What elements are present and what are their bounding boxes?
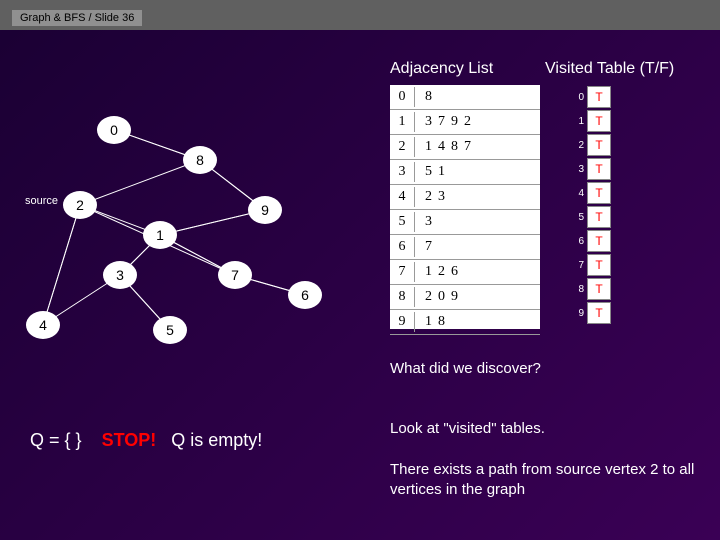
exists-text: There exists a path from source vertex 2… <box>390 460 700 499</box>
vt-row: 4T <box>570 181 611 205</box>
node-7: 7 <box>218 261 252 289</box>
node-6: 6 <box>288 281 322 309</box>
node-4: 4 <box>26 311 60 339</box>
vt-row: 5T <box>570 205 611 229</box>
vt-row: 3T <box>570 157 611 181</box>
adj-row: 918 <box>390 310 540 335</box>
look-text: Look at "visited" tables. <box>390 420 545 437</box>
queue-msg: Q is empty! <box>171 430 262 450</box>
node-1: 1 <box>143 221 177 249</box>
node-0: 0 <box>97 116 131 144</box>
node-8: 8 <box>183 146 217 174</box>
vt-row: 1T <box>570 109 611 133</box>
node-3: 3 <box>103 261 137 289</box>
vt-row: 2T <box>570 133 611 157</box>
node-9: 9 <box>248 196 282 224</box>
slide-header: Graph & BFS / Slide 36 <box>12 10 142 26</box>
adjacency-title: Adjacency List <box>390 60 493 78</box>
vt-row: 9T <box>570 301 611 325</box>
adj-row: 67 <box>390 235 540 260</box>
visited-title: Visited Table (T/F) <box>545 60 674 78</box>
adjacency-list: 08 13792 21487 351 423 53 67 7126 8209 9… <box>390 85 540 329</box>
vt-row: 0T <box>570 85 611 109</box>
discover-text: What did we discover? <box>390 360 541 377</box>
adj-row: 423 <box>390 185 540 210</box>
vt-row: 6T <box>570 229 611 253</box>
adj-row: 7126 <box>390 260 540 285</box>
vt-row: 8T <box>570 277 611 301</box>
adj-row: 351 <box>390 160 540 185</box>
adj-row: 21487 <box>390 135 540 160</box>
source-label: source <box>25 195 58 207</box>
queue-braces: { } <box>65 430 82 450</box>
graph-edges <box>25 100 355 370</box>
queue-line: Q = { } STOP! Q is empty! <box>30 430 262 451</box>
adj-row: 8209 <box>390 285 540 310</box>
node-5: 5 <box>153 316 187 344</box>
queue-stop: STOP! <box>102 430 157 450</box>
adj-row: 53 <box>390 210 540 235</box>
adj-row: 13792 <box>390 110 540 135</box>
node-2: 2 <box>63 191 97 219</box>
queue-prefix: Q = <box>30 430 60 450</box>
graph-diagram: 0 8 2 9 1 3 7 4 5 6 source <box>25 100 355 360</box>
vt-row: 7T <box>570 253 611 277</box>
visited-table: 0T 1T 2T 3T 4T 5T 6T 7T 8T 9T <box>570 85 611 325</box>
adj-row: 08 <box>390 85 540 110</box>
